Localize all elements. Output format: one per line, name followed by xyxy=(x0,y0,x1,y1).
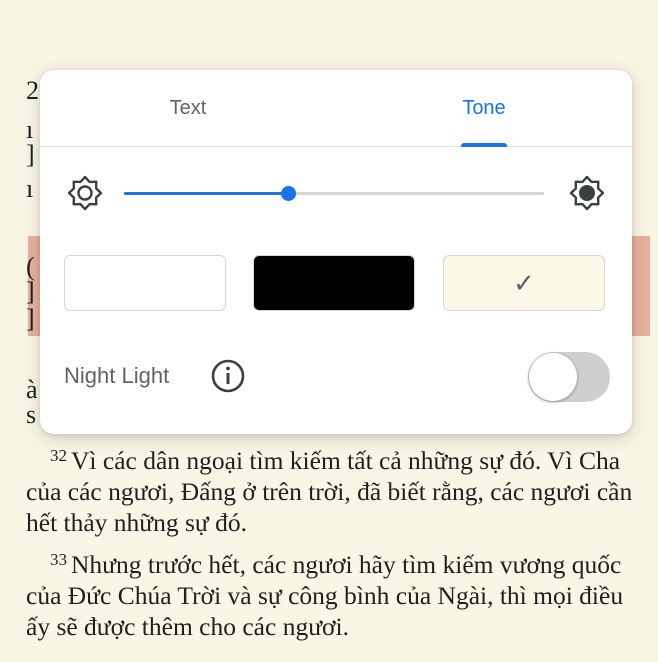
display-settings-panel: Text Tone ✓ Night Light xyxy=(40,70,632,434)
verse[interactable]: 32 Vì các dân ngoại tìm kiếm tất cả những… xyxy=(26,440,646,538)
night-light-label: Night Light xyxy=(64,363,170,388)
tab-tone[interactable]: Tone xyxy=(336,70,632,147)
tab-label: Tone xyxy=(462,96,506,119)
peek-text: ] xyxy=(26,140,35,169)
peek-text: s xyxy=(26,400,37,429)
peek-text: ı xyxy=(26,174,34,203)
verse-text: Vì các dân ngoại tìm kiếm tất cả những s… xyxy=(26,446,633,537)
brightness-low-icon xyxy=(67,175,103,211)
verse-text: Nhưng trước hết, các ngươi hãy tìm kiếm … xyxy=(26,550,624,641)
brightness-slider[interactable] xyxy=(124,186,544,201)
peek-text: ] xyxy=(26,304,35,333)
verse-list: 32 Vì các dân ngoại tìm kiếm tất cả những… xyxy=(26,440,646,648)
verse[interactable]: 33 Nhưng trước hết, các ngươi hãy tìm kiế… xyxy=(26,544,646,642)
tab-label: Text xyxy=(169,96,207,119)
night-light-toggle[interactable] xyxy=(528,352,610,402)
brightness-slider-thumb[interactable] xyxy=(280,186,296,201)
peek-text: ] xyxy=(26,277,35,306)
night-light-row: Night Light xyxy=(64,350,610,402)
active-tab-indicator xyxy=(461,143,507,147)
toggle-knob xyxy=(529,353,577,401)
brightness-high-icon xyxy=(569,175,605,211)
brightness-slider-fill xyxy=(124,192,288,195)
swatch-white[interactable] xyxy=(64,255,226,311)
info-icon[interactable] xyxy=(210,358,246,394)
swatch-black[interactable] xyxy=(253,255,415,311)
brightness-row xyxy=(40,170,632,218)
swatch-sepia[interactable]: ✓ xyxy=(443,255,605,311)
peek-text: 2 xyxy=(26,76,39,105)
settings-tabs: Text Tone xyxy=(40,70,632,147)
verse-number: 33 xyxy=(50,550,67,569)
check-icon: ✓ xyxy=(513,268,535,298)
tab-text[interactable]: Text xyxy=(40,70,336,146)
tone-swatches: ✓ xyxy=(64,255,614,313)
verse-number: 32 xyxy=(50,446,67,465)
